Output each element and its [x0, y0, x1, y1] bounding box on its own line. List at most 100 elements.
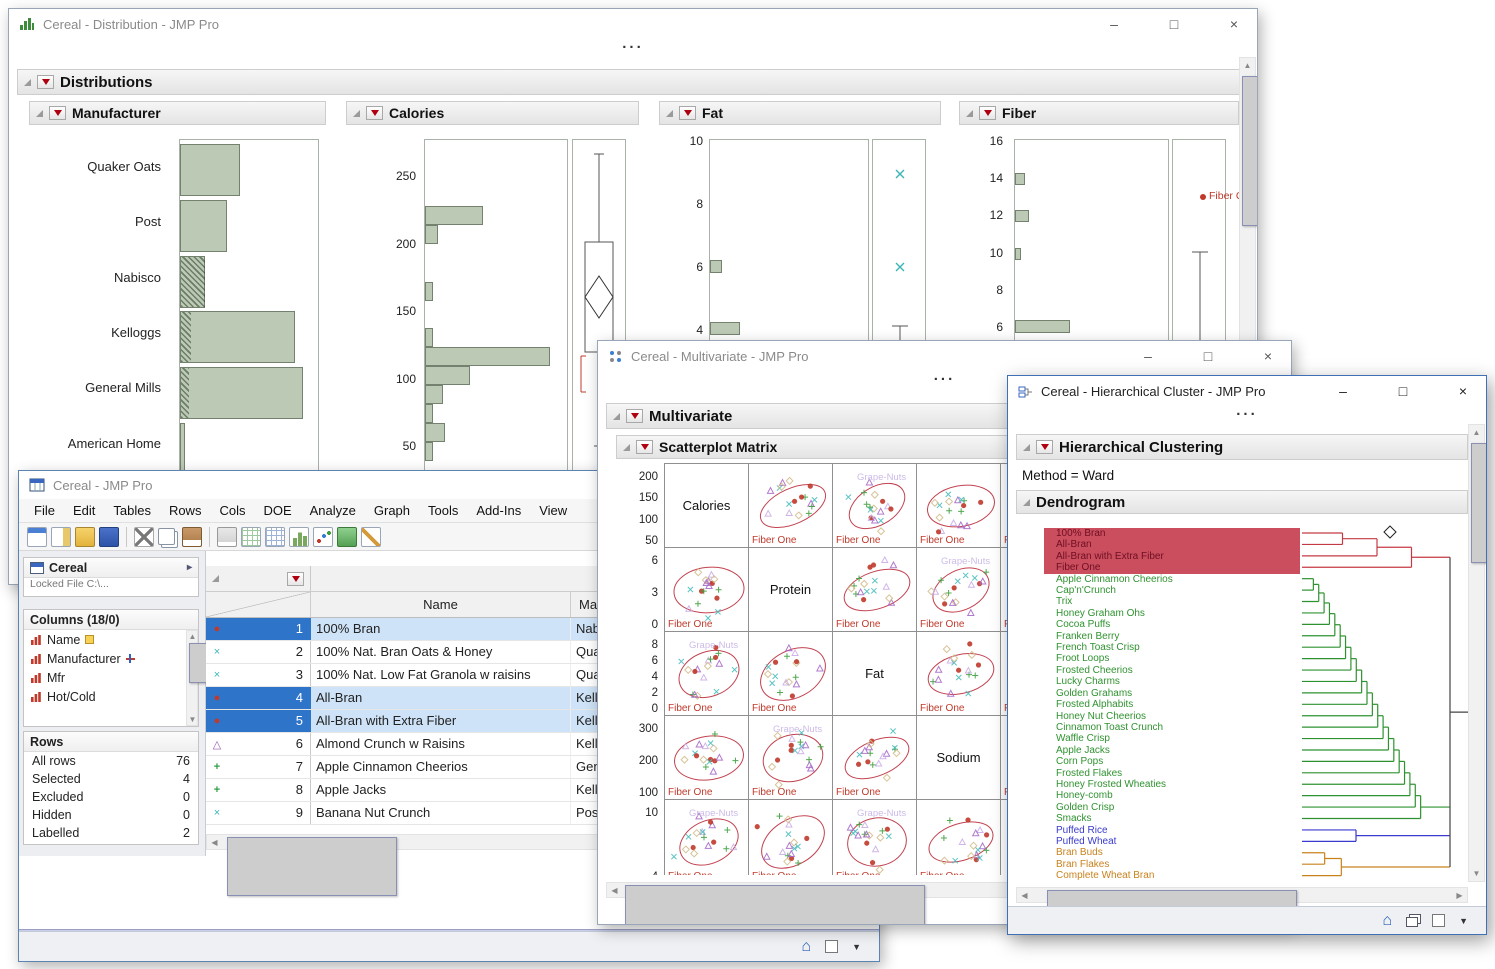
cluster-item[interactable]: Complete Wheat Bran: [1044, 870, 1300, 881]
cluster-vscrollbar[interactable]: ▲ ▼: [1468, 424, 1485, 882]
calories-histogram[interactable]: [424, 139, 568, 471]
copy-icon[interactable]: [158, 528, 175, 545]
scatter-cell[interactable]: Fiber One: [917, 800, 1001, 875]
column-item[interactable]: Name: [24, 630, 198, 649]
paste-icon[interactable]: [182, 527, 202, 547]
scatter-cell[interactable]: Grape-NutsFiber One: [665, 800, 749, 875]
collapse-icon[interactable]: [24, 79, 31, 86]
row-stat[interactable]: Labelled 2: [24, 824, 198, 842]
scatter-cell[interactable]: Fiber One: [749, 632, 833, 716]
cluster-item[interactable]: French Toast Crisp: [1044, 642, 1300, 653]
histogram-bar[interactable]: [425, 328, 433, 347]
close-icon[interactable]: ×: [1227, 9, 1241, 39]
row-marker-cell[interactable]: ●: [206, 618, 228, 640]
table-red-triangle-icon[interactable]: [287, 572, 304, 586]
collapse-icon[interactable]: [1023, 444, 1030, 451]
row-marker-cell[interactable]: △: [206, 733, 228, 755]
column-item[interactable]: Manufacturer: [24, 649, 198, 668]
cluster-hscrollbar[interactable]: ◀ ▶: [1016, 887, 1468, 903]
row-marker-cell[interactable]: ×: [206, 664, 228, 686]
maximize-box-icon[interactable]: [1432, 914, 1445, 927]
cluster-item[interactable]: All-Bran with Extra Fiber: [1044, 551, 1300, 562]
menu-item[interactable]: Analyze: [301, 500, 365, 521]
maximize-box-icon[interactable]: [825, 940, 838, 953]
histogram-bar[interactable]: [425, 206, 483, 225]
scroll-up-icon[interactable]: ▲: [187, 631, 198, 642]
row-marker-cell[interactable]: ●: [206, 687, 228, 709]
scatter-cell[interactable]: Grape-NutsFiber One: [833, 464, 917, 548]
menu-item[interactable]: Add-Ins: [467, 500, 530, 521]
cluster-item[interactable]: Corn Pops: [1044, 756, 1300, 767]
row-number-cell[interactable]: 2: [228, 641, 311, 663]
scatter-cell[interactable]: Fiber One: [917, 632, 1001, 716]
row-marker-cell[interactable]: ×: [206, 802, 228, 824]
separator[interactable]: [209, 527, 210, 547]
row-marker-cell[interactable]: +: [206, 756, 228, 778]
cluster-item[interactable]: Fiber One: [1044, 562, 1300, 573]
dendrogram-cut-diamond-icon[interactable]: [1384, 526, 1396, 538]
close-icon[interactable]: ×: [1261, 341, 1275, 371]
histogram-bar[interactable]: [425, 366, 470, 385]
collapse-icon[interactable]: [36, 110, 43, 117]
menu-item[interactable]: Rows: [160, 500, 211, 521]
separator[interactable]: [126, 527, 127, 547]
scatter-cell[interactable]: Grape-NutsFiber One: [833, 800, 917, 875]
cluster-item[interactable]: Apple Jacks: [1044, 745, 1300, 756]
bar[interactable]: [180, 367, 303, 419]
cluster-item[interactable]: Honey-comb: [1044, 790, 1300, 801]
collapse-icon[interactable]: [212, 575, 219, 582]
scatter-cell[interactable]: Fiber One: [749, 800, 833, 875]
cluster-item[interactable]: Golden Grahams: [1044, 688, 1300, 699]
histogram-bar[interactable]: [425, 225, 438, 244]
cluster-item[interactable]: Cap'n'Crunch: [1044, 585, 1300, 596]
name-cell[interactable]: 100% Nat. Low Fat Granola w raisins: [311, 664, 571, 686]
scatter-cell[interactable]: Fiber One: [665, 548, 749, 632]
matrix-diagonal-cell[interactable]: Fat: [833, 632, 917, 716]
cluster-titlebar[interactable]: Cereal - Hierarchical Cluster - JMP Pro …: [1008, 376, 1486, 406]
maximize-icon[interactable]: □: [1167, 9, 1181, 39]
name-cell[interactable]: Almond Crunch w Raisins: [311, 733, 571, 755]
red-triangle-menu-icon[interactable]: [679, 106, 696, 120]
scroll-down-icon[interactable]: ▼: [1469, 866, 1484, 881]
scroll-thumb[interactable]: [1471, 443, 1487, 563]
cluster-item[interactable]: Golden Crisp: [1044, 802, 1300, 813]
row-number-cell[interactable]: 5: [228, 710, 311, 732]
maximize-icon[interactable]: □: [1201, 341, 1215, 371]
bar[interactable]: [180, 256, 205, 308]
cluster-item[interactable]: Frosted Flakes: [1044, 768, 1300, 779]
histogram-bar[interactable]: [710, 322, 740, 335]
row-stat[interactable]: Hidden 0: [24, 806, 198, 824]
scroll-up-icon[interactable]: ▲: [1240, 58, 1255, 73]
journal-icon[interactable]: [241, 527, 261, 547]
new-journal-icon[interactable]: [51, 527, 71, 547]
scroll-thumb[interactable]: [625, 885, 925, 925]
menu-item[interactable]: Graph: [365, 500, 419, 521]
histogram-bar[interactable]: [1015, 320, 1070, 333]
drag-grip[interactable]: ...: [1008, 406, 1486, 421]
row-stat[interactable]: Excluded 0: [24, 788, 198, 806]
name-cell[interactable]: Apple Jacks: [311, 779, 571, 801]
red-triangle-menu-icon[interactable]: [49, 106, 66, 120]
print-icon[interactable]: [217, 527, 237, 547]
scroll-left-icon[interactable]: ◀: [1017, 888, 1032, 903]
cluster-item[interactable]: Honey Nut Cheerios: [1044, 711, 1300, 722]
row-number-cell[interactable]: 4: [228, 687, 311, 709]
histogram-bar[interactable]: [425, 347, 550, 366]
window-layers-icon[interactable]: [1406, 917, 1418, 927]
open-icon[interactable]: [75, 527, 95, 547]
name-cell[interactable]: Banana Nut Crunch: [311, 802, 571, 824]
collapse-icon[interactable]: [623, 444, 630, 451]
dropdown-caret-icon[interactable]: ▼: [1459, 916, 1468, 926]
cluster-item[interactable]: Smacks: [1044, 813, 1300, 824]
columns-scrollbar[interactable]: ▲ ▼: [186, 630, 198, 726]
row-stat[interactable]: All rows 76: [24, 752, 198, 770]
row-marker-cell[interactable]: ×: [206, 641, 228, 663]
multivariate-titlebar[interactable]: Cereal - Multivariate - JMP Pro – □ ×: [598, 341, 1291, 371]
matrix-diagonal-cell[interactable]: Protein: [749, 548, 833, 632]
distribution-icon[interactable]: [289, 527, 309, 547]
launch-platform-icon[interactable]: [337, 527, 357, 547]
cluster-item[interactable]: Bran Flakes: [1044, 859, 1300, 870]
menu-item[interactable]: Tools: [419, 500, 467, 521]
bar[interactable]: [180, 200, 227, 252]
expand-icon[interactable]: ▸: [187, 562, 192, 573]
